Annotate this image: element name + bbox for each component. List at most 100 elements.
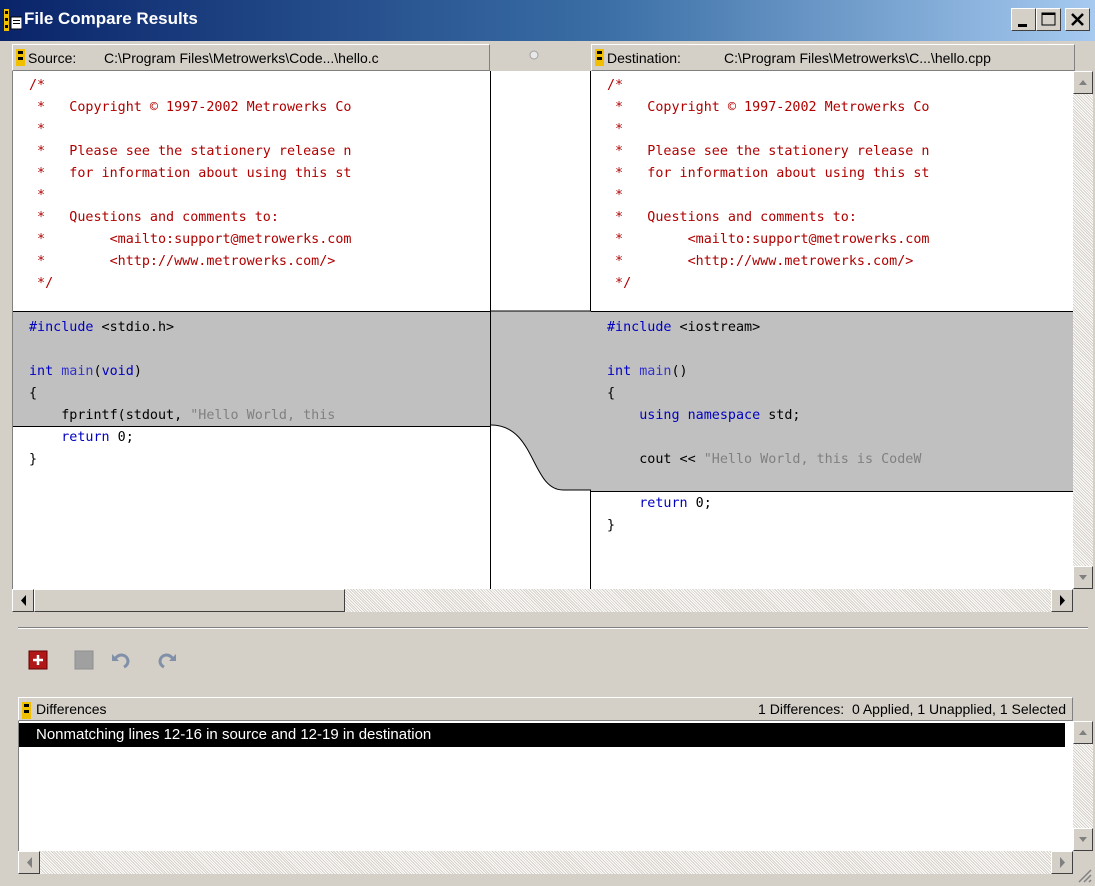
code-token: * Questions and comments to:	[607, 210, 857, 225]
arrow-left-icon	[21, 595, 26, 606]
code-line: #include <iostream>	[607, 317, 760, 339]
arrow-right-icon	[1060, 857, 1065, 868]
code-line: return 0;	[607, 493, 712, 515]
dest-vertical-scrollbar[interactable]	[1073, 71, 1093, 589]
sync-radio-icon[interactable]	[529, 50, 539, 60]
pane-flag-icon	[16, 49, 25, 66]
code-token: <stdio.h>	[93, 320, 175, 335]
undo-icon	[112, 653, 130, 669]
arrow-left-icon	[27, 857, 32, 868]
scroll-down-button[interactable]	[1073, 828, 1093, 851]
source-label: Source:	[28, 50, 77, 66]
maximize-button[interactable]	[1036, 8, 1061, 31]
code-token: * <http://www.metrowerks.com/>	[29, 254, 336, 269]
close-icon	[1071, 13, 1084, 26]
code-token: * Copyright © 1997-2002 Metrowerks Co	[607, 100, 930, 115]
splitter[interactable]	[18, 627, 1088, 629]
code-line: */	[607, 273, 631, 295]
code-token: * <mailto:support@metrowerks.com	[29, 232, 352, 247]
code-token: <iostream>	[671, 320, 761, 335]
source-path: C:\Program Files\Metrowerks\Code...\hell…	[104, 50, 379, 66]
code-token: * for information about using this st	[29, 166, 352, 181]
scroll-left-button[interactable]	[18, 851, 40, 874]
scroll-left-button[interactable]	[12, 589, 34, 612]
center-header	[490, 44, 591, 71]
code-token: cout <<	[607, 452, 704, 467]
diff-connector	[490, 71, 592, 589]
scroll-up-button[interactable]	[1073, 71, 1093, 94]
code-line: return 0;	[29, 427, 134, 449]
scroll-right-button[interactable]	[1051, 589, 1073, 612]
close-button[interactable]	[1065, 8, 1090, 31]
code-token: void	[101, 364, 134, 379]
pane-flag-icon	[22, 702, 31, 719]
code-token: main	[61, 364, 94, 379]
arrow-down-icon	[1079, 575, 1087, 580]
code-line: * Copyright © 1997-2002 Metrowerks Co	[607, 97, 929, 119]
code-token: main	[639, 364, 672, 379]
code-token: * Copyright © 1997-2002 Metrowerks Co	[29, 100, 352, 115]
code-token: #include	[607, 320, 672, 335]
code-token: std;	[760, 408, 801, 423]
code-token: * for information about using this st	[607, 166, 930, 181]
apply-button[interactable]	[28, 650, 48, 670]
code-token: * <mailto:support@metrowerks.com	[607, 232, 930, 247]
code-token: return	[61, 430, 110, 445]
code-line: {	[607, 383, 615, 405]
code-token: ()	[671, 364, 688, 379]
unapply-icon	[74, 650, 94, 670]
destination-code-pane[interactable]: /* * Copyright © 1997-2002 Metrowerks Co…	[591, 71, 1073, 589]
minimize-button[interactable]	[1011, 8, 1036, 31]
scroll-down-button[interactable]	[1073, 566, 1093, 589]
redo-button[interactable]	[156, 650, 176, 670]
arrow-up-icon	[1079, 80, 1087, 85]
diff-horizontal-scrollbar[interactable]	[18, 851, 1073, 874]
code-token: )	[133, 364, 142, 379]
code-token: *	[29, 188, 46, 203]
differences-list[interactable]: Nonmatching lines 12-16 in source and 12…	[18, 721, 1073, 851]
code-token: {	[607, 386, 616, 401]
arrow-down-icon	[1079, 837, 1087, 842]
code-line: */	[29, 273, 53, 295]
code-token: * Questions and comments to:	[29, 210, 279, 225]
code-token: #include	[29, 320, 94, 335]
apply-icon	[28, 650, 48, 670]
window-title: File Compare Results	[24, 9, 198, 28]
scroll-thumb[interactable]	[34, 589, 345, 612]
code-line: cout << "Hello World, this is CodeW	[607, 449, 921, 471]
maximize-icon	[1041, 12, 1056, 26]
code-token: *	[607, 188, 624, 203]
code-line: * for information about using this st	[607, 163, 929, 185]
code-token: }	[607, 518, 616, 533]
code-token: "Hello World, this	[190, 408, 336, 423]
code-line: *	[29, 185, 45, 207]
code-line: * for information about using this st	[29, 163, 351, 185]
resize-grip-icon[interactable]	[1075, 866, 1093, 884]
diff-vertical-scrollbar[interactable]	[1073, 721, 1093, 851]
unapply-button[interactable]	[74, 650, 94, 670]
code-token: using namespace	[639, 408, 761, 423]
code-token: *	[29, 122, 46, 137]
code-token: }	[29, 452, 38, 467]
code-line: using namespace std;	[607, 405, 801, 427]
horizontal-scrollbar[interactable]	[12, 589, 1073, 612]
difference-item[interactable]: Nonmatching lines 12-16 in source and 12…	[19, 723, 1065, 747]
code-token: fprintf(stdout,	[29, 408, 191, 423]
pane-flag-icon	[595, 49, 604, 66]
destination-header: Destination: C:\Program Files\Metrowerks…	[591, 44, 1075, 71]
title-bar[interactable]: File Compare Results	[0, 0, 1095, 41]
scroll-right-button[interactable]	[1051, 851, 1073, 874]
code-line: * Questions and comments to:	[607, 207, 857, 229]
code-token: * <http://www.metrowerks.com/>	[607, 254, 914, 269]
scroll-up-button[interactable]	[1073, 721, 1093, 744]
code-token: *	[607, 122, 624, 137]
code-line: int main()	[607, 361, 688, 383]
code-line: int main(void)	[29, 361, 142, 383]
undo-button[interactable]	[108, 650, 130, 670]
source-header: Source: C:\Program Files\Metrowerks\Code…	[12, 44, 490, 71]
source-code-pane[interactable]: /* * Copyright © 1997-2002 Metrowerks Co…	[12, 71, 490, 589]
differences-header: Differences 1 Differences: 0 Applied, 1 …	[18, 697, 1073, 721]
code-line: }	[607, 515, 615, 537]
